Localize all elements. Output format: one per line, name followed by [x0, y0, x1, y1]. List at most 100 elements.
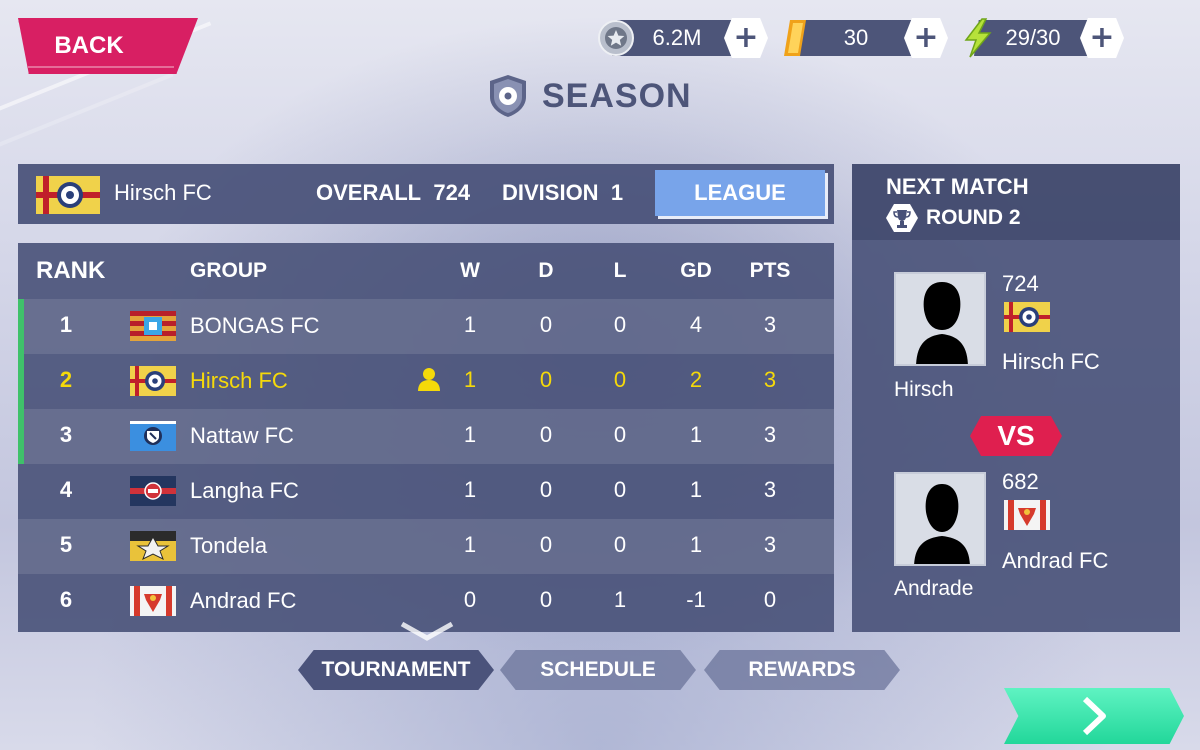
goal-difference: 4: [689, 312, 703, 337]
row-rank: 5: [59, 532, 73, 557]
vs-badge: VS: [970, 416, 1062, 456]
club-name: Nattaw FC: [190, 423, 294, 448]
col-l: L: [613, 259, 627, 282]
goal-difference: 1: [689, 532, 703, 557]
lightning-energy-icon: [958, 18, 998, 58]
losses: 1: [613, 587, 627, 612]
table-row-current-team[interactable]: 2 Hirsch FC 1 0 0 2 3: [18, 354, 834, 409]
col-group: GROUP: [190, 259, 268, 282]
team-summary-bar: Hirsch FC OVERALL 724 DIVISION 1 LEAGUE: [18, 164, 834, 224]
club-name: Tondela: [190, 533, 268, 558]
away-player-avatar: [894, 472, 986, 566]
away-overall: 682: [1002, 469, 1039, 494]
draws: 0: [539, 477, 553, 502]
draws: 0: [539, 587, 553, 612]
tab-rewards[interactable]: REWARDS: [704, 650, 900, 690]
draws: 0: [539, 312, 553, 337]
points: 3: [763, 312, 777, 337]
back-button[interactable]: BACK: [18, 18, 198, 74]
col-pts: PTS: [749, 259, 791, 282]
points: 3: [763, 532, 777, 557]
table-row[interactable]: 4 Langha FC 1 0 0 1 3: [18, 464, 834, 519]
trophy-icon: [886, 204, 918, 232]
goal-difference: 1: [689, 422, 703, 447]
next-match-title: NEXT MATCH: [886, 174, 1029, 199]
continue-button[interactable]: [1004, 688, 1184, 744]
page-title: SEASON: [486, 72, 692, 120]
away-club-flag-icon: [1004, 500, 1050, 534]
table-row[interactable]: 5 Tondela 1 0 0 1 3: [18, 519, 834, 574]
user-icon: [416, 366, 442, 398]
home-club-flag-icon: [1004, 302, 1050, 336]
col-gd: GD: [680, 259, 712, 282]
team-division: DIVISION 1: [502, 180, 623, 206]
overall-label: OVERALL: [316, 180, 422, 205]
goal-difference: 2: [689, 367, 703, 392]
table-row[interactable]: 3 Nattaw FC 1 0 0 1 3: [18, 409, 834, 464]
row-rank: 1: [59, 312, 73, 337]
league-button[interactable]: LEAGUE: [655, 170, 825, 216]
wins: 1: [463, 312, 477, 337]
tab-schedule[interactable]: SCHEDULE: [500, 650, 696, 690]
losses: 0: [613, 532, 627, 557]
losses: 0: [613, 422, 627, 447]
club-flag-icon: [130, 366, 176, 402]
row-rank: 4: [59, 477, 73, 502]
club-flag-icon: [130, 531, 176, 567]
col-rank: RANK: [36, 257, 106, 284]
gold-currency: 30 +: [776, 18, 952, 58]
points: 0: [763, 587, 777, 612]
club-name: Langha FC: [190, 478, 299, 503]
overall-value: 724: [433, 180, 471, 205]
home-club-name: Hirsch FC: [1002, 349, 1100, 374]
page-title-text: SEASON: [542, 76, 692, 115]
club-name: Hirsch FC: [190, 368, 288, 393]
season-shield-icon: [490, 75, 526, 117]
home-overall: 724: [1002, 271, 1039, 296]
points: 3: [763, 367, 777, 392]
standings-table: RANK GROUP W D L GD PTS 1 BONGAS FC 1 0 …: [18, 243, 834, 632]
points: 3: [763, 422, 777, 447]
club-flag-icon: [130, 311, 176, 347]
losses: 0: [613, 477, 627, 502]
round-label: ROUND 2: [926, 206, 1021, 229]
promotion-marker: [18, 299, 24, 354]
away-club-name: Andrad FC: [1002, 548, 1109, 573]
tab-tournament[interactable]: TOURNAMENT: [298, 650, 494, 690]
wins: 1: [463, 532, 477, 557]
home-player-name: Hirsch: [894, 378, 954, 401]
club-name: BONGAS FC: [190, 313, 320, 338]
draws: 0: [539, 422, 553, 447]
next-match-panel: NEXT MATCH ROUND 2 724 Hirsch FC Hirsch …: [852, 164, 1180, 632]
add-gold-button[interactable]: +: [904, 18, 948, 58]
division-label: DIVISION: [502, 180, 599, 205]
club-flag-icon: [130, 421, 176, 457]
col-w: W: [460, 259, 480, 282]
club-name: Andrad FC: [190, 588, 297, 613]
draws: 0: [539, 532, 553, 557]
promotion-marker: [18, 409, 24, 464]
col-d: D: [538, 259, 554, 282]
add-coins-button[interactable]: +: [724, 18, 768, 58]
team-name: Hirsch FC: [114, 180, 212, 205]
row-rank: 6: [59, 587, 73, 612]
wins: 0: [463, 587, 477, 612]
table-row[interactable]: 1 BONGAS FC 1 0 0 4 3: [18, 299, 834, 354]
background-light-streak: [0, 72, 174, 152]
points: 3: [763, 477, 777, 502]
losses: 0: [613, 367, 627, 392]
next-match-round: ROUND 2: [886, 204, 1021, 232]
goal-difference: 1: [689, 477, 703, 502]
back-label: BACK: [54, 32, 124, 59]
club-flag-icon: [130, 586, 176, 622]
draws: 0: [539, 367, 553, 392]
wins: 1: [463, 477, 477, 502]
add-energy-button[interactable]: +: [1080, 18, 1124, 58]
chevron-right-icon: [1082, 696, 1106, 736]
home-player-avatar: [894, 272, 986, 366]
gold-bar-icon: [776, 18, 816, 58]
active-tab-chevron-icon: [400, 621, 454, 641]
losses: 0: [613, 312, 627, 337]
division-value: 1: [610, 180, 624, 205]
row-rank: 3: [59, 422, 73, 447]
